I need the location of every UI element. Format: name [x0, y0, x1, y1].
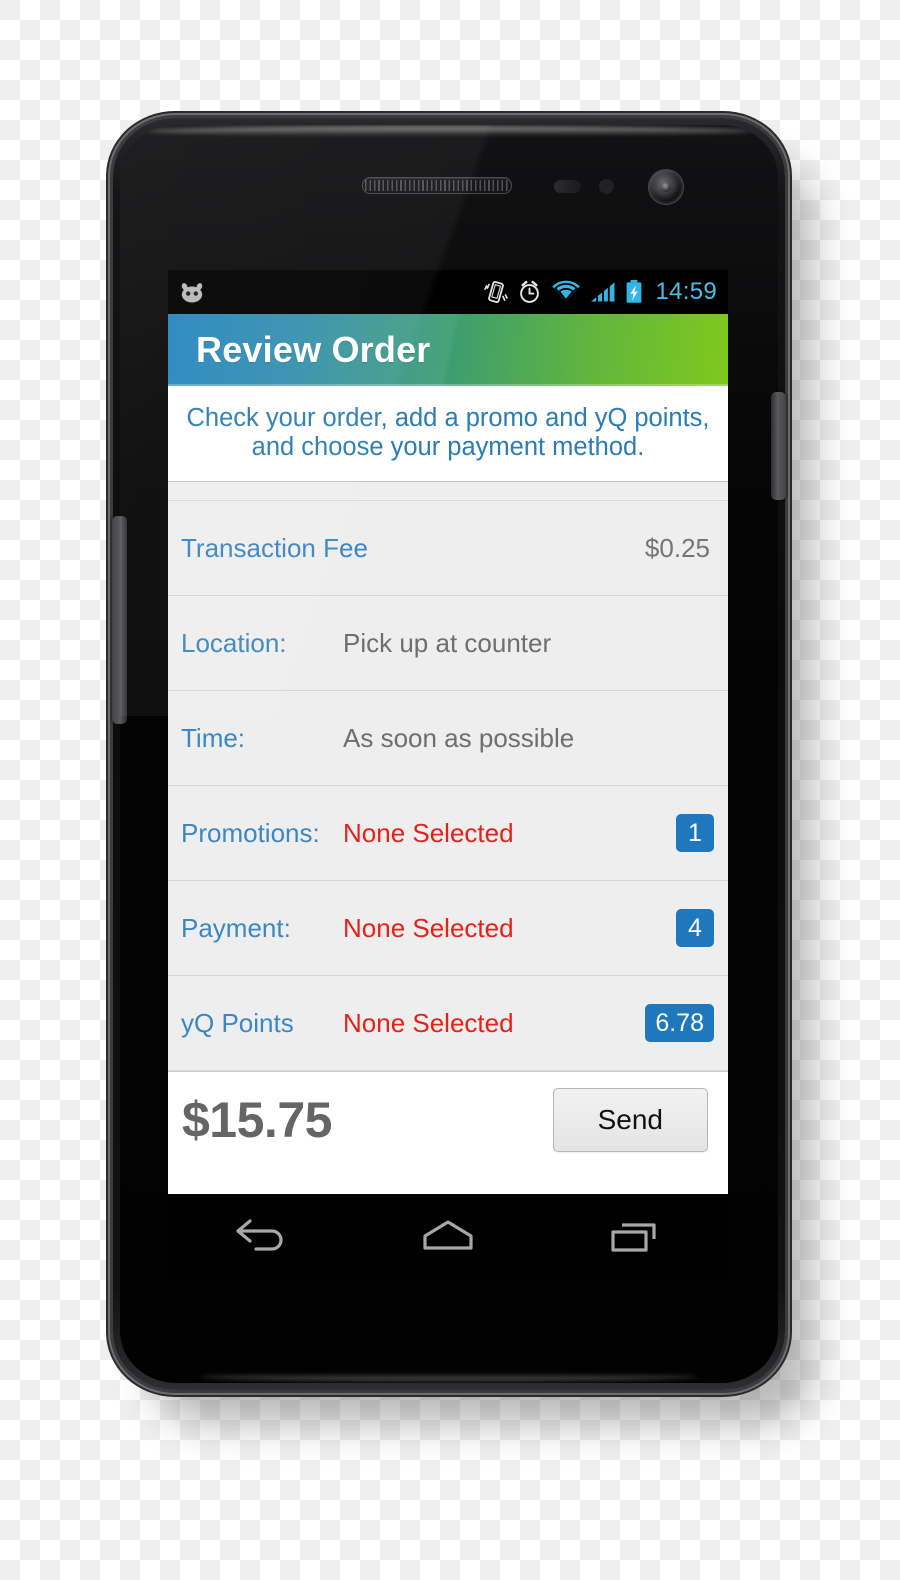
app-header-bar: Review Order: [168, 314, 728, 386]
table-row[interactable]: Promotions: None Selected 1: [168, 786, 728, 882]
status-badge-payment[interactable]: 4: [676, 908, 714, 948]
home-icon[interactable]: [388, 1206, 508, 1268]
status-badge-yq-points[interactable]: 6.78: [645, 1003, 714, 1043]
instruction-banner: Check your order, add a promo and yQ poi…: [168, 386, 728, 482]
row-value-yq-points: None Selected: [343, 1007, 514, 1038]
front-camera-icon: [649, 170, 683, 204]
row-value-payment: None Selected: [343, 912, 514, 943]
status-bar[interactable]: 14:59: [168, 270, 728, 314]
cellular-signal-icon: [590, 280, 616, 304]
light-sensor-icon: [599, 179, 614, 194]
order-summary-list: Transaction Fee $0.25 Location: Pick up …: [168, 481, 728, 1072]
alarm-clock-icon: [517, 279, 542, 305]
order-total-amount: $15.75: [182, 1091, 332, 1148]
phone-screen: 14:59 Review Order Check your order, add…: [168, 270, 728, 1280]
order-total-bar: $15.75 Send: [168, 1071, 728, 1168]
recent-apps-icon[interactable]: [575, 1206, 695, 1268]
android-navigation-bar: [168, 1194, 728, 1280]
row-label-transaction-fee: Transaction Fee: [181, 532, 368, 563]
battery-charging-icon: [625, 279, 643, 305]
bezel-highlight-bottom: [198, 1373, 700, 1381]
status-badge-promotions[interactable]: 1: [676, 813, 714, 853]
table-row[interactable]: Payment: None Selected 4: [168, 881, 728, 977]
status-bar-clock: 14:59: [655, 278, 717, 305]
page-title: Review Order: [196, 329, 431, 370]
vibrate-icon: [484, 279, 509, 305]
row-value-location: Pick up at counter: [343, 627, 552, 658]
row-label-yq-points: yQ Points: [181, 1007, 294, 1038]
row-value-time: As soon as possible: [343, 722, 575, 753]
proximity-sensor-icon: [554, 180, 581, 193]
power-button[interactable]: [771, 392, 786, 500]
table-row[interactable]: Location: Pick up at counter: [168, 596, 728, 692]
row-value-promotions: None Selected: [343, 817, 514, 848]
table-row[interactable]: Transaction Fee $0.25: [168, 501, 728, 597]
list-row-partial-scrolled: [168, 481, 728, 502]
row-label-time: Time:: [181, 722, 246, 753]
row-label-promotions: Promotions:: [181, 817, 320, 848]
row-label-location: Location:: [181, 627, 287, 658]
earpiece-speaker-icon: [362, 177, 512, 194]
volume-rocker-button[interactable]: [112, 516, 127, 724]
back-icon[interactable]: [201, 1206, 321, 1268]
row-label-payment: Payment:: [181, 912, 291, 943]
wifi-icon: [551, 280, 581, 304]
table-row[interactable]: Time: As soon as possible: [168, 691, 728, 787]
send-button[interactable]: Send: [552, 1087, 708, 1152]
bezel-highlight-top: [146, 126, 752, 136]
android-jellybean-mascot-icon: [177, 280, 207, 304]
table-row[interactable]: yQ Points None Selected 6.78: [168, 976, 728, 1072]
row-value-transaction-fee: $0.25: [644, 532, 710, 563]
